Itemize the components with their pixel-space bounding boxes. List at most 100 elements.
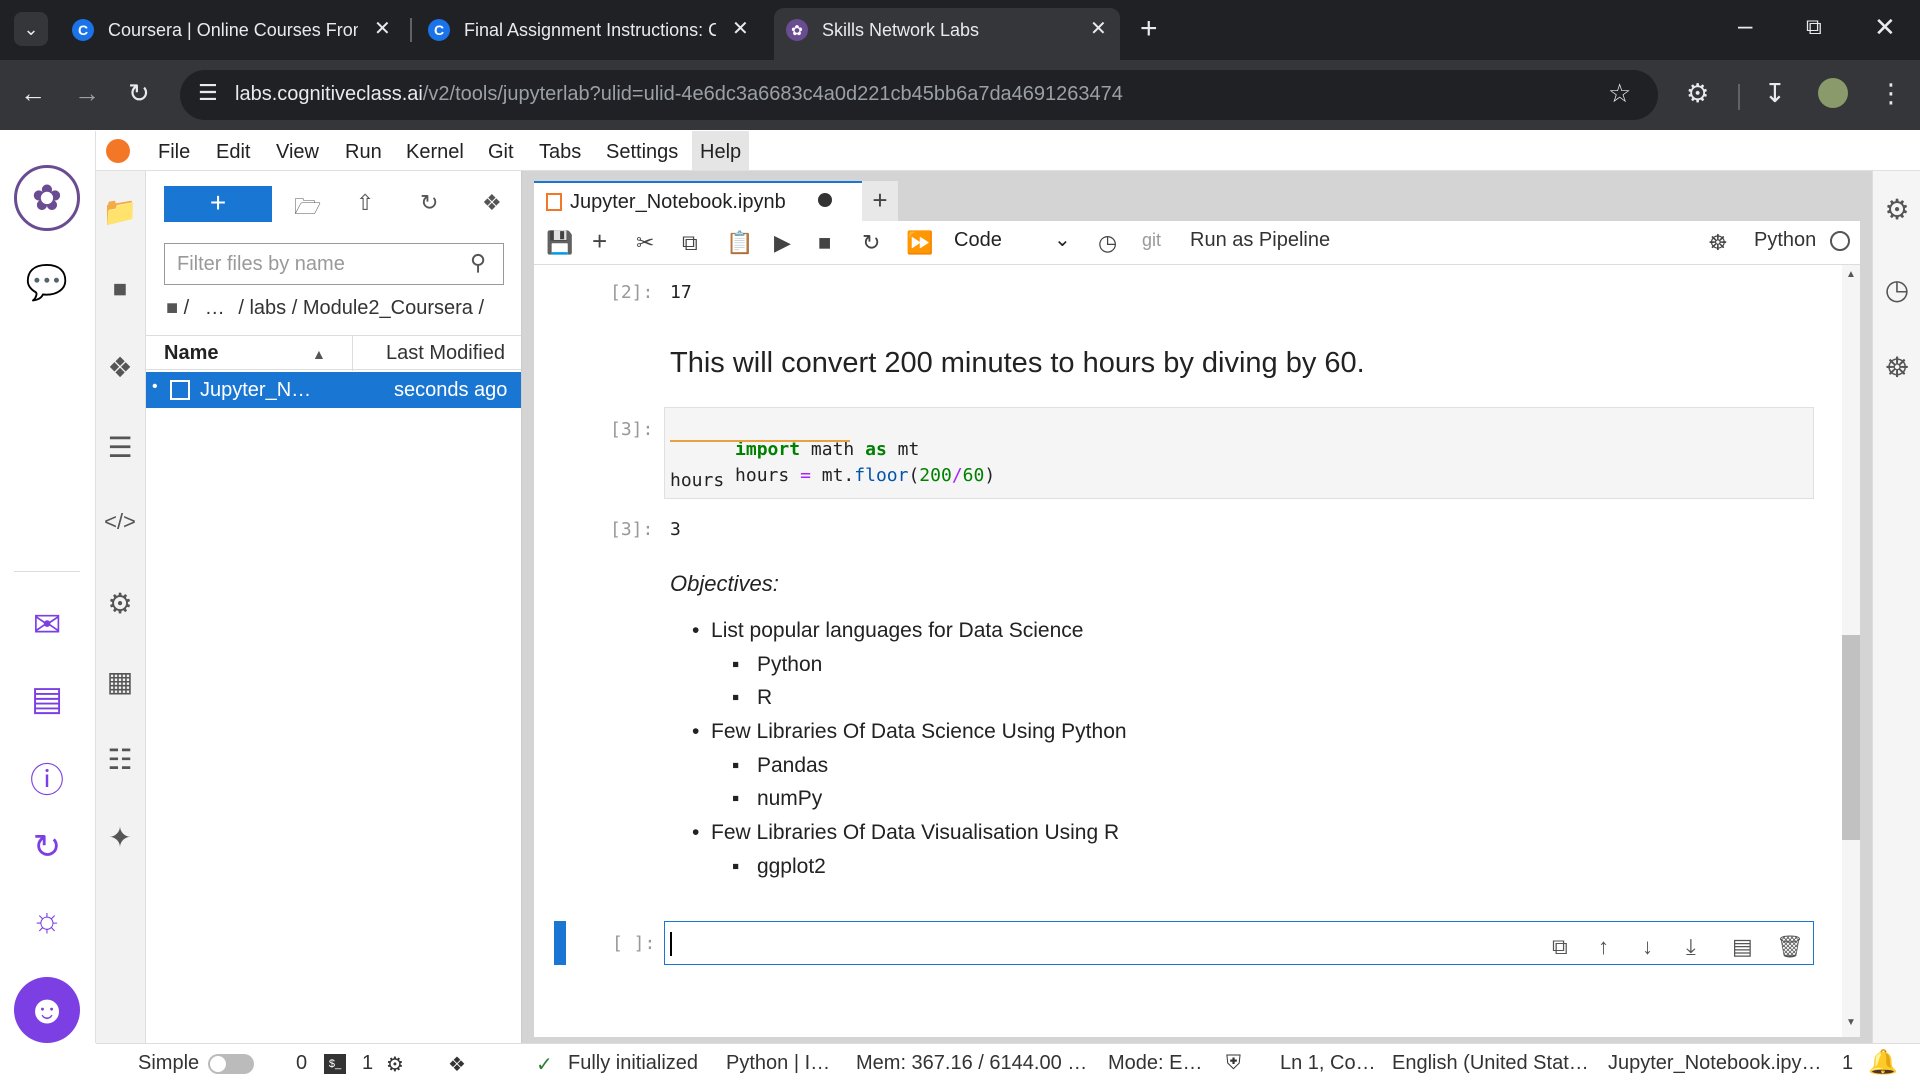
insert-below-icon[interactable]: ▤: [1732, 934, 1753, 960]
property-inspector-gears-icon[interactable]: ⚙: [1877, 193, 1917, 226]
tab-notebook[interactable]: Jupyter_Notebook.ipynb: [534, 181, 862, 221]
toc-icon[interactable]: ☰: [100, 431, 140, 464]
simple-mode-toggle[interactable]: [208, 1054, 254, 1074]
delete-cell-icon[interactable]: 🗑: [1776, 934, 1804, 960]
skills-network-logo-icon[interactable]: ✿: [14, 165, 80, 231]
menu-tabs[interactable]: Tabs: [539, 141, 581, 164]
chat-assistant-icon[interactable]: 💬: [22, 263, 72, 303]
paste-icon[interactable]: 📋: [726, 230, 753, 256]
new-folder-icon[interactable]: 🗁: [294, 190, 321, 228]
git-clone-icon[interactable]: ❖: [482, 190, 502, 216]
language-status[interactable]: English (United Stat…: [1392, 1052, 1589, 1075]
cursor-position[interactable]: Ln 1, Co…: [1280, 1052, 1376, 1075]
close-icon[interactable]: ✕: [1090, 16, 1107, 41]
menu-kernel[interactable]: Kernel: [406, 141, 464, 164]
menu-settings[interactable]: Settings: [606, 141, 678, 164]
close-icon[interactable]: ✕: [732, 16, 749, 41]
menu-help[interactable]: Help: [692, 131, 750, 170]
more-menu-icon[interactable]: ⋮: [1878, 80, 1904, 106]
terminal-count[interactable]: 0: [296, 1052, 307, 1075]
inbox-icon[interactable]: ✉: [22, 605, 72, 645]
restore-icon[interactable]: ⧉: [1806, 16, 1822, 38]
kernel-count[interactable]: 1: [362, 1052, 373, 1075]
debugger-icon[interactable]: ☸: [1708, 230, 1728, 256]
scroll-up-icon[interactable]: ▲: [1846, 269, 1856, 280]
column-last-modified[interactable]: Last Modified: [386, 342, 505, 365]
cell-type-value: Code: [954, 229, 1002, 251]
breadcrumb-ellipsis[interactable]: …: [205, 297, 225, 319]
menu-edit[interactable]: Edit: [216, 141, 250, 164]
menu-view[interactable]: View: [276, 141, 319, 164]
forward-icon[interactable]: →: [74, 80, 100, 106]
restart-icon[interactable]: ↻: [862, 230, 880, 256]
profile-avatar[interactable]: [1818, 78, 1848, 108]
download-icon[interactable]: ↧: [1764, 80, 1786, 106]
user-avatar-icon[interactable]: ☻: [14, 977, 80, 1043]
run-icon[interactable]: ▶: [774, 230, 791, 256]
bell-icon[interactable]: 🔔: [1868, 1048, 1898, 1077]
news-icon[interactable]: ▤: [22, 679, 72, 719]
move-up-icon[interactable]: ↑: [1598, 934, 1609, 960]
new-launcher-button[interactable]: +: [164, 186, 272, 222]
cell-type-select[interactable]: Code ⌄: [954, 229, 1074, 252]
upload-icon[interactable]: ⇧: [356, 190, 374, 216]
menu-git[interactable]: Git: [488, 141, 514, 164]
close-icon[interactable]: ✕: [374, 16, 391, 41]
save-icon[interactable]: 💾: [546, 230, 573, 256]
move-down-icon[interactable]: ↓: [1642, 934, 1653, 960]
kernel-status[interactable]: Python | I…: [726, 1052, 830, 1075]
extension-icon[interactable]: ✦: [100, 821, 140, 854]
property-inspector-icon[interactable]: ▦: [100, 665, 140, 698]
site-info-icon[interactable]: ☰: [198, 82, 218, 104]
kernel-name[interactable]: Python: [1754, 229, 1816, 252]
back-icon[interactable]: ←: [20, 80, 46, 106]
file-row[interactable]: • Jupyter_N… seconds ago: [146, 372, 521, 408]
resource-gauge-icon[interactable]: ◷: [1877, 273, 1917, 306]
extensions-icon[interactable]: ⚙: [1686, 80, 1709, 106]
git-status-icon[interactable]: ❖: [448, 1052, 466, 1077]
column-name[interactable]: Name: [164, 342, 218, 365]
theme-icon[interactable]: ☼: [22, 901, 72, 940]
duplicate-cell-icon[interactable]: ⧉: [1552, 934, 1568, 960]
insert-cell-icon[interactable]: +: [592, 226, 607, 257]
breadcrumb-path[interactable]: / labs / Module2_Coursera /: [238, 297, 484, 319]
close-window-icon[interactable]: ✕: [1874, 14, 1896, 40]
settings-icon[interactable]: ⚙: [100, 587, 140, 620]
unsaved-dot-icon[interactable]: [818, 193, 832, 207]
browser-tab-skills-network[interactable]: ✿ Skills Network Labs ✕: [774, 8, 1120, 60]
scroll-down-icon[interactable]: ▼: [1846, 1017, 1856, 1028]
help-icon[interactable]: ⓘ: [22, 753, 72, 802]
scrollbar-thumb[interactable]: [1842, 635, 1860, 840]
run-as-pipeline-button[interactable]: Run as Pipeline: [1190, 229, 1330, 252]
code-cell-editor[interactable]: import math as mt hours = mt.floor(200/6…: [664, 407, 1814, 499]
debugger-bug-icon[interactable]: ☸: [1877, 351, 1917, 384]
url-bar[interactable]: ☰ labs.cognitiveclass.ai/v2/tools/jupyte…: [180, 70, 1658, 120]
menu-file[interactable]: File: [158, 141, 190, 164]
running-icon[interactable]: ⏹: [100, 273, 140, 306]
sync-icon[interactable]: ↻: [22, 827, 72, 867]
breadcrumb-root[interactable]: /: [184, 297, 190, 319]
insert-above-icon[interactable]: ⤓: [1686, 934, 1696, 960]
components-icon[interactable]: ☷: [100, 743, 140, 776]
clock-icon[interactable]: ◷: [1098, 230, 1117, 256]
git-label[interactable]: git: [1142, 230, 1161, 251]
add-tab-button[interactable]: +: [862, 181, 898, 221]
folder-icon[interactable]: 📁: [100, 195, 140, 228]
minimize-icon[interactable]: –: [1738, 12, 1752, 38]
code-icon[interactable]: </>: [100, 509, 140, 535]
cut-icon[interactable]: ✂: [636, 230, 654, 256]
copy-icon[interactable]: ⧉: [682, 230, 698, 256]
filter-files-input[interactable]: Filter files by name: [164, 243, 504, 285]
refresh-icon[interactable]: ↻: [420, 190, 438, 216]
git-icon[interactable]: ❖: [100, 351, 140, 384]
bookmark-star-icon[interactable]: ☆: [1608, 80, 1631, 106]
reload-icon[interactable]: ↻: [128, 80, 150, 106]
menu-run[interactable]: Run: [345, 141, 382, 164]
run-all-icon[interactable]: ⏩: [906, 230, 933, 256]
tab-search-icon[interactable]: ⌄: [14, 12, 48, 46]
notification-count[interactable]: 1: [1842, 1052, 1853, 1075]
folder-icon[interactable]: ■: [166, 297, 178, 319]
new-tab-button[interactable]: +: [1140, 14, 1158, 44]
stop-icon[interactable]: ■: [818, 230, 831, 256]
shield-icon[interactable]: ⛨: [1226, 1052, 1241, 1075]
